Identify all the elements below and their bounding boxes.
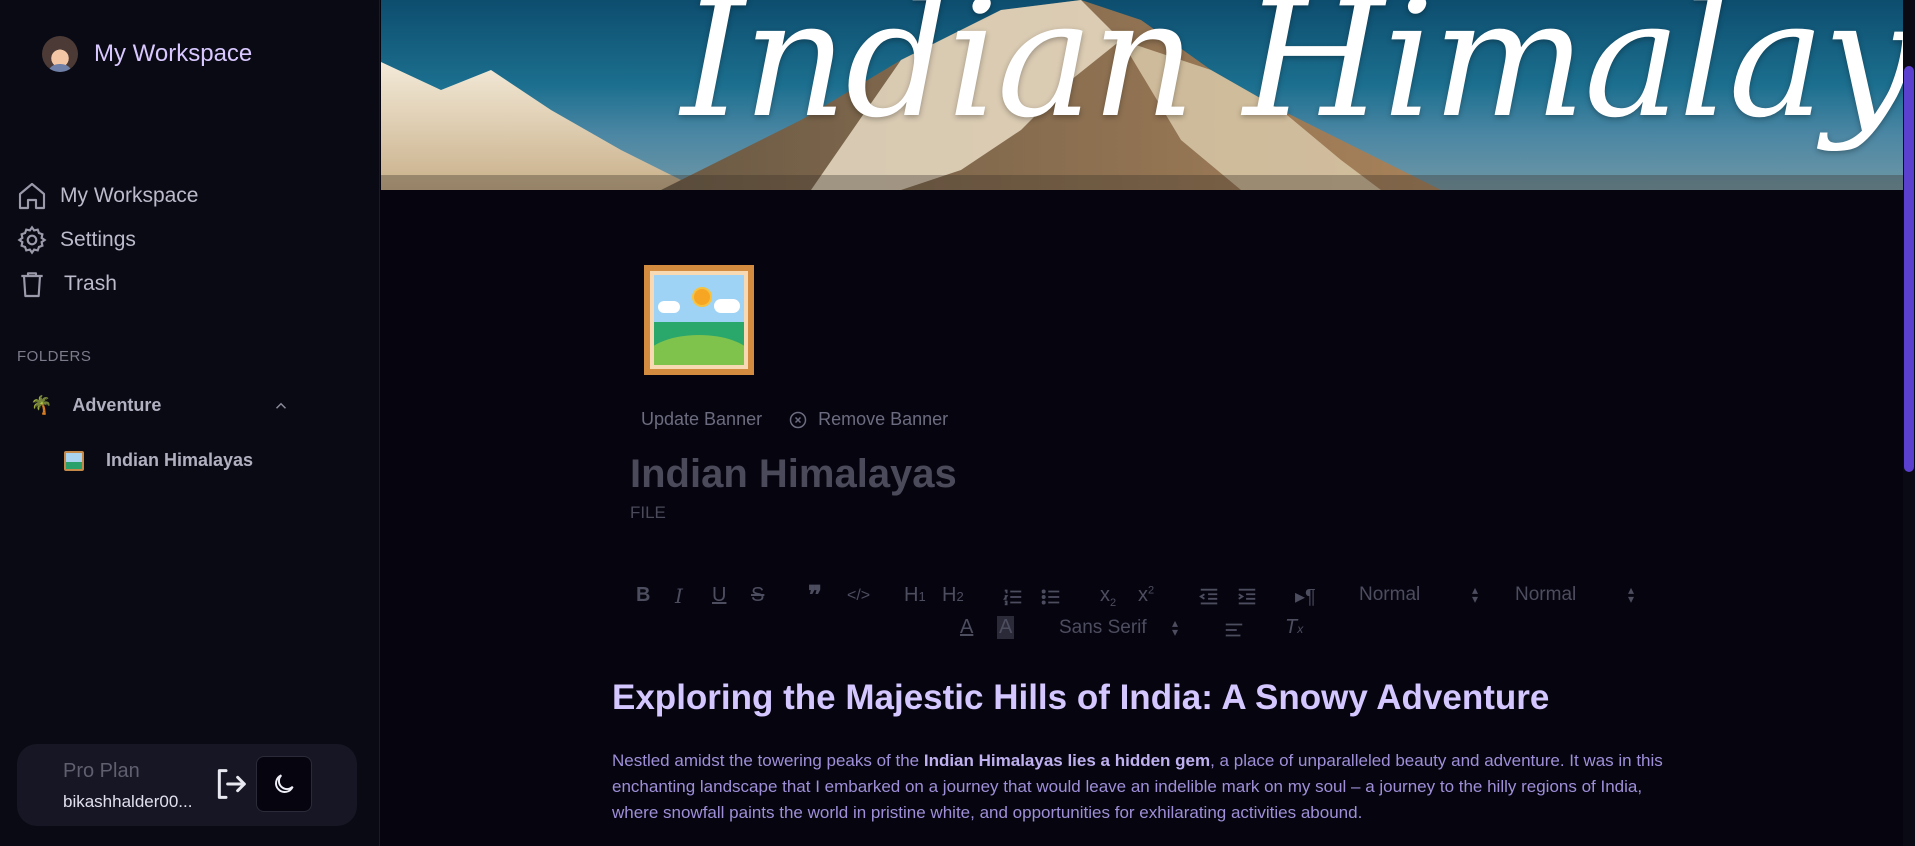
chevron-up-icon[interactable] — [272, 397, 290, 415]
outdent-icon[interactable] — [1198, 586, 1220, 608]
document-icon-framed-picture[interactable] — [644, 265, 754, 375]
sidebar-item-trash[interactable]: Trash — [16, 262, 198, 306]
sidebar: My Workspace My Workspace Settings Trash… — [0, 0, 380, 846]
scrollbar-thumb[interactable] — [1904, 66, 1914, 472]
home-icon — [18, 182, 46, 210]
workspace-title: My Workspace — [94, 40, 253, 67]
gear-icon — [17, 225, 47, 255]
workspace-switcher[interactable]: My Workspace — [42, 36, 252, 72]
strike-button[interactable]: S — [751, 584, 764, 607]
sidebar-item-label: Trash — [64, 272, 117, 295]
h2-button[interactable]: H2 — [942, 584, 964, 607]
palm-tree-icon: 🌴 — [30, 395, 53, 416]
user-email: bikashhalder00... — [63, 792, 193, 811]
update-banner-button[interactable]: Update Banner — [641, 409, 762, 430]
font-select-value: Sans Serif — [1059, 617, 1147, 638]
italic-button[interactable]: I — [675, 584, 683, 608]
close-circle-icon — [789, 411, 807, 428]
size-select[interactable]: Normal ▴ ▾ — [1515, 584, 1634, 606]
bold-button[interactable]: B — [636, 584, 650, 607]
logout-icon[interactable] — [211, 764, 251, 804]
font-select[interactable]: Sans Serif ▴ ▾ — [1059, 617, 1178, 639]
text-direction-button[interactable]: ▸¶ — [1295, 584, 1316, 609]
folders-heading: FOLDERS — [17, 348, 92, 365]
sidebar-item-settings[interactable]: Settings — [16, 218, 198, 262]
content-heading[interactable]: Exploring the Majestic Hills of India: A… — [612, 678, 1549, 718]
folder-adventure[interactable]: 🌴 Adventure — [30, 395, 290, 416]
text-color-button[interactable]: A — [960, 616, 973, 639]
theme-toggle-button[interactable] — [256, 756, 312, 812]
avatar — [42, 36, 78, 72]
content-paragraph[interactable]: Nestled amidst the towering peaks of the… — [612, 748, 1672, 826]
plan-label: Pro Plan — [63, 760, 140, 782]
ordered-list-icon[interactable] — [1002, 586, 1024, 608]
align-left-icon[interactable] — [1223, 619, 1245, 641]
plan-panel: Pro Plan bikashhalder00... — [17, 744, 357, 826]
sidebar-item-label: Settings — [60, 228, 136, 251]
banner-title: Indian Himalayas — [681, 0, 1903, 154]
editor-toolbar: B I U S ❞ </> H1 H2 x2 x2 ▸¶ Normal ▴ ▾ No… — [630, 580, 1670, 639]
folder-label: Adventure — [72, 395, 162, 415]
underline-button[interactable]: U — [712, 584, 726, 607]
file-label: Indian Himalayas — [106, 450, 254, 470]
remove-banner-label: Remove Banner — [818, 409, 949, 429]
size-select-value: Normal — [1515, 584, 1577, 605]
h1-button[interactable]: H1 — [904, 584, 926, 607]
clear-format-button[interactable]: Tx — [1285, 616, 1303, 639]
header-select[interactable]: Normal ▴ ▾ — [1359, 584, 1478, 606]
file-indian-himalayas[interactable]: Indian Himalayas — [64, 450, 253, 471]
header-select-value: Normal — [1359, 584, 1421, 605]
trash-icon — [21, 272, 43, 298]
moon-icon — [275, 774, 294, 793]
code-icon[interactable]: </> — [847, 587, 870, 605]
bullet-list-icon[interactable] — [1040, 586, 1062, 608]
background-color-button[interactable]: A — [997, 616, 1015, 639]
quote-icon[interactable]: ❞ — [808, 580, 822, 611]
sidebar-item-label: My Workspace — [60, 184, 199, 207]
remove-banner-button[interactable]: Remove Banner — [788, 409, 948, 430]
subscript-button[interactable]: x2 — [1100, 584, 1116, 609]
indent-icon[interactable] — [1236, 586, 1258, 608]
sidebar-nav: My Workspace Settings Trash — [16, 174, 198, 306]
document-type: FILE — [630, 503, 666, 522]
framed-picture-icon — [64, 450, 84, 471]
banner-actions: Update Banner Remove Banner — [641, 409, 948, 430]
sidebar-item-my-workspace[interactable]: My Workspace — [16, 174, 198, 218]
document-banner: Indian Himalayas — [381, 0, 1903, 190]
superscript-button[interactable]: x2 — [1138, 584, 1154, 607]
content-bold-text: Indian Himalayas lies a hidden gem — [923, 751, 1211, 770]
document-title[interactable]: Indian Himalayas — [630, 452, 957, 497]
